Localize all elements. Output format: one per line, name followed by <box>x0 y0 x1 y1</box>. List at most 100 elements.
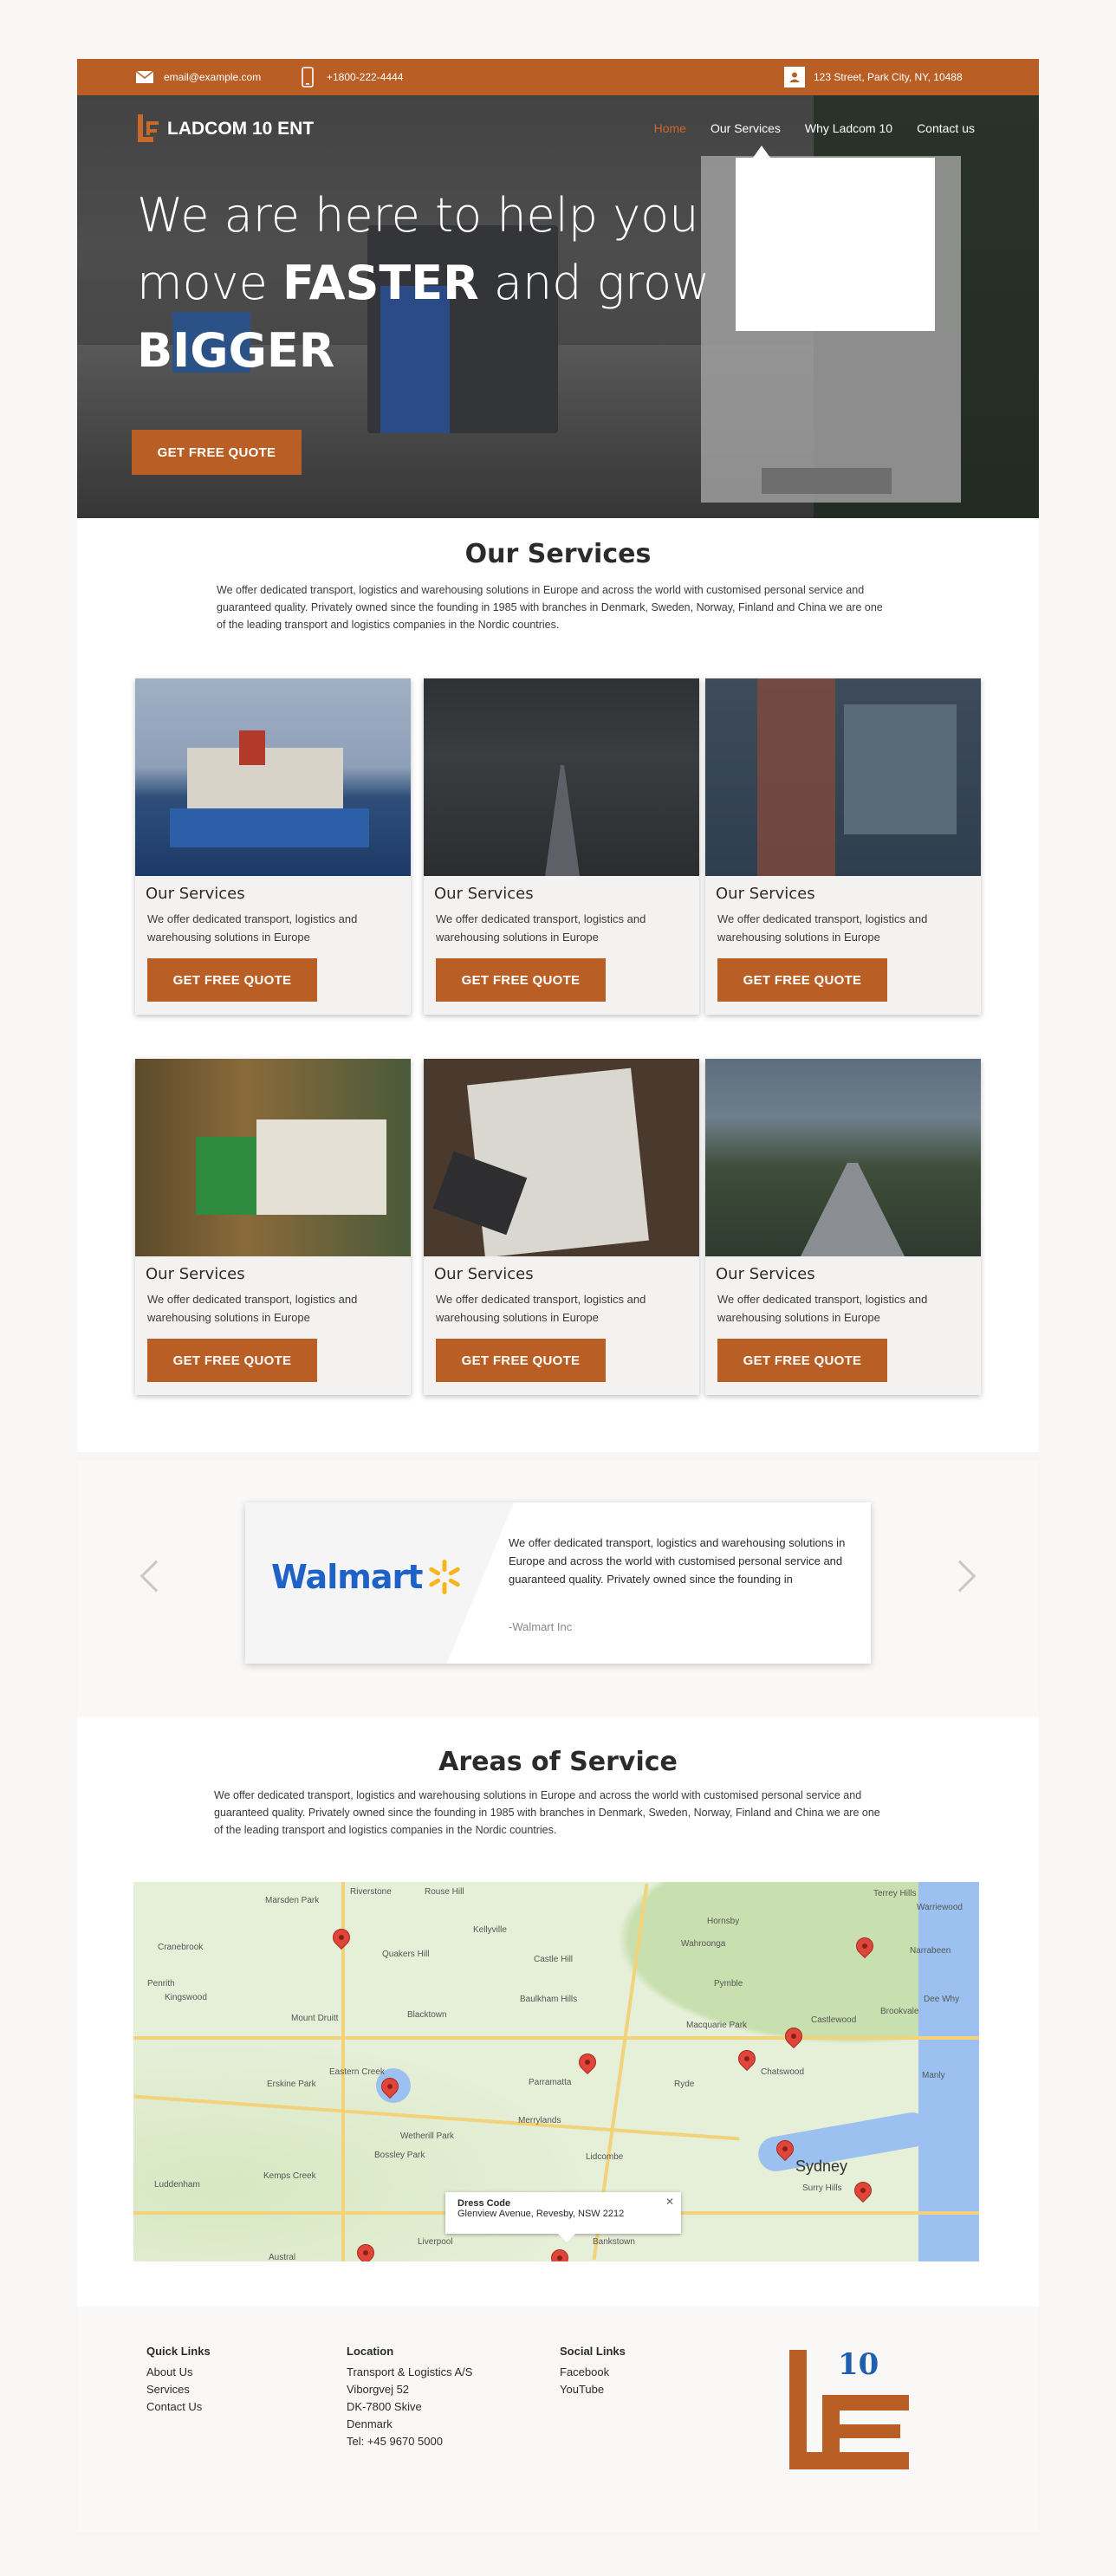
carousel-next-icon[interactable] <box>944 1560 976 1593</box>
brand-logo[interactable]: LADCOM 10 ENT <box>134 113 314 146</box>
footer-link-facebook[interactable]: Facebook <box>560 2364 626 2381</box>
nav-our-services[interactable]: Our Services <box>710 121 781 135</box>
map-info-window: Dress Code Glenview Avenue, Revesby, NSW… <box>445 2192 681 2242</box>
map-info-address: Glenview Avenue, Revesby, NSW 2212 <box>457 2209 625 2219</box>
service-card-quote-button[interactable]: GET FREE QUOTE <box>147 1339 317 1382</box>
map-label: Parramatta <box>529 2078 572 2087</box>
carousel-prev-icon[interactable] <box>140 1560 172 1593</box>
service-image-port-crane <box>705 678 981 876</box>
mobile-phone-icon <box>297 67 318 88</box>
hero-headline: We are here to help you move FASTER and … <box>137 182 710 385</box>
service-card: Our Services We offer dedicated transpor… <box>135 678 411 1015</box>
map-label: Brookvale <box>880 2007 919 2016</box>
services-title: Our Services <box>464 539 652 569</box>
map-label: Riverstone <box>350 1887 392 1897</box>
footer-social-title: Social Links <box>560 2345 626 2358</box>
service-card: Our Services We offer dedicated transpor… <box>424 1059 699 1395</box>
services-dropdown-menu[interactable] <box>736 158 935 331</box>
areas-title: Areas of Service <box>438 1747 678 1777</box>
footer-link-contact[interactable]: Contact Us <box>146 2398 211 2416</box>
dropdown-caret <box>753 146 770 158</box>
hero-get-quote-button[interactable]: GET FREE QUOTE <box>132 430 302 475</box>
map-label: Manly <box>922 2071 945 2080</box>
footer-quick-links-title: Quick Links <box>146 2345 211 2358</box>
service-card-text: We offer dedicated transport, logistics … <box>147 912 358 944</box>
service-card-text: We offer dedicated transport, logistics … <box>717 1293 928 1324</box>
map-label: Bossley Park <box>374 2151 425 2160</box>
map-label: Luddenham <box>154 2180 200 2190</box>
brand-logo-icon <box>134 113 160 146</box>
phone-text: +1800-222-4444 <box>327 71 404 83</box>
service-card-quote-button[interactable]: GET FREE QUOTE <box>436 1339 606 1382</box>
top-contact-bar: email@example.com +1800-222-4444 123 Str… <box>77 59 1039 95</box>
map-label: Merrylands <box>518 2116 561 2125</box>
hero-line-1: We are here to help you <box>137 188 699 243</box>
service-card-quote-button[interactable]: GET FREE QUOTE <box>717 1339 887 1382</box>
map-label: Lidcombe <box>586 2152 624 2162</box>
footer-location-line: Denmark <box>347 2417 393 2430</box>
map-label: Quakers Hill <box>382 1950 430 1959</box>
map-label: Castle Hill <box>534 1955 574 1964</box>
map-label: Bankstown <box>593 2237 635 2247</box>
footer-logo: 10 <box>788 2341 918 2480</box>
close-icon[interactable]: ✕ <box>665 2196 674 2208</box>
footer-social: Social Links Facebook YouTube <box>560 2343 626 2398</box>
map-label: Chatswood <box>761 2067 805 2077</box>
service-image-ship <box>135 678 411 876</box>
walmart-spark-icon <box>429 1560 461 1594</box>
map-info-title: Dress Code <box>457 2198 511 2209</box>
service-card-title: Our Services <box>716 885 815 903</box>
envelope-icon <box>134 67 155 88</box>
map-label: Narrabeen <box>910 1946 951 1956</box>
map-label-sydney: Sydney <box>795 2157 848 2175</box>
map-label: Kemps Creek <box>263 2171 316 2181</box>
nav-why-ladcom[interactable]: Why Ladcom 10 <box>805 121 892 135</box>
service-card: Our Services We offer dedicated transpor… <box>424 678 699 1015</box>
map-label: Hornsby <box>707 1917 740 1926</box>
user-card-icon <box>784 67 805 88</box>
footer-link-youtube[interactable]: YouTube <box>560 2381 626 2398</box>
map-label: Kellyville <box>473 1925 507 1935</box>
map-label: Wahroonga <box>681 1939 726 1949</box>
service-card-text: We offer dedicated transport, logistics … <box>147 1293 358 1324</box>
services-description: We offer dedicated transport, logistics … <box>217 584 883 631</box>
walmart-logo: Walmart <box>271 1558 464 1596</box>
map-label: Macquarie Park <box>686 2021 748 2030</box>
service-card-quote-button[interactable]: GET FREE QUOTE <box>717 958 887 1002</box>
map-label: Eastern Creek <box>329 2067 385 2077</box>
map-label: Castlewood <box>811 2015 857 2025</box>
service-card-title: Our Services <box>434 1265 534 1283</box>
footer-location-line: Viborgvej 52 <box>347 2383 410 2396</box>
map-label: Surry Hills <box>802 2183 842 2193</box>
service-card-quote-button[interactable]: GET FREE QUOTE <box>147 958 317 1002</box>
service-card: Our Services We offer dedicated transpor… <box>705 1059 981 1395</box>
site-footer: Quick Links About Us Services Contact Us… <box>77 2307 1039 2532</box>
footer-link-about[interactable]: About Us <box>146 2364 211 2381</box>
service-image-truck <box>135 1059 411 1256</box>
areas-section: Areas of Service We offer dedicated tran… <box>77 1717 1039 2307</box>
services-section: Our Services We offer dedicated transpor… <box>77 518 1039 1452</box>
service-card-quote-button[interactable]: GET FREE QUOTE <box>436 958 606 1002</box>
map-label: Warriewood <box>917 1903 963 1912</box>
service-image-mountain-road <box>705 1059 981 1256</box>
map-label: Liverpool <box>418 2237 453 2247</box>
service-area-map[interactable]: Riverstone Rouse Hill Marsden Park Crane… <box>133 1882 979 2261</box>
address-contact: 123 Street, Park City, NY, 10488 <box>784 59 963 95</box>
testimonial-author: -Walmart Inc <box>509 1620 573 1633</box>
service-card-text: We offer dedicated transport, logistics … <box>717 912 928 944</box>
hero-banner: LADCOM 10 ENT Home Our Services Why Ladc… <box>77 95 1039 518</box>
nav-home[interactable]: Home <box>654 121 686 135</box>
phone-contact[interactable]: +1800-222-4444 <box>297 59 403 95</box>
email-contact[interactable]: email@example.com <box>134 59 261 95</box>
service-card-title: Our Services <box>434 885 534 903</box>
service-card: Our Services We offer dedicated transpor… <box>705 678 981 1015</box>
map-label: Austral <box>269 2253 296 2261</box>
nav-contact-us[interactable]: Contact us <box>917 121 975 135</box>
service-card: Our Services We offer dedicated transpor… <box>135 1059 411 1395</box>
hero-line-3: BIGGER <box>137 323 335 378</box>
footer-link-services[interactable]: Services <box>146 2381 211 2398</box>
map-label: Dee Why <box>924 1995 960 2004</box>
footer-location-title: Location <box>347 2345 394 2358</box>
service-card-text: We offer dedicated transport, logistics … <box>436 912 646 944</box>
areas-description: We offer dedicated transport, logistics … <box>214 1789 880 1836</box>
